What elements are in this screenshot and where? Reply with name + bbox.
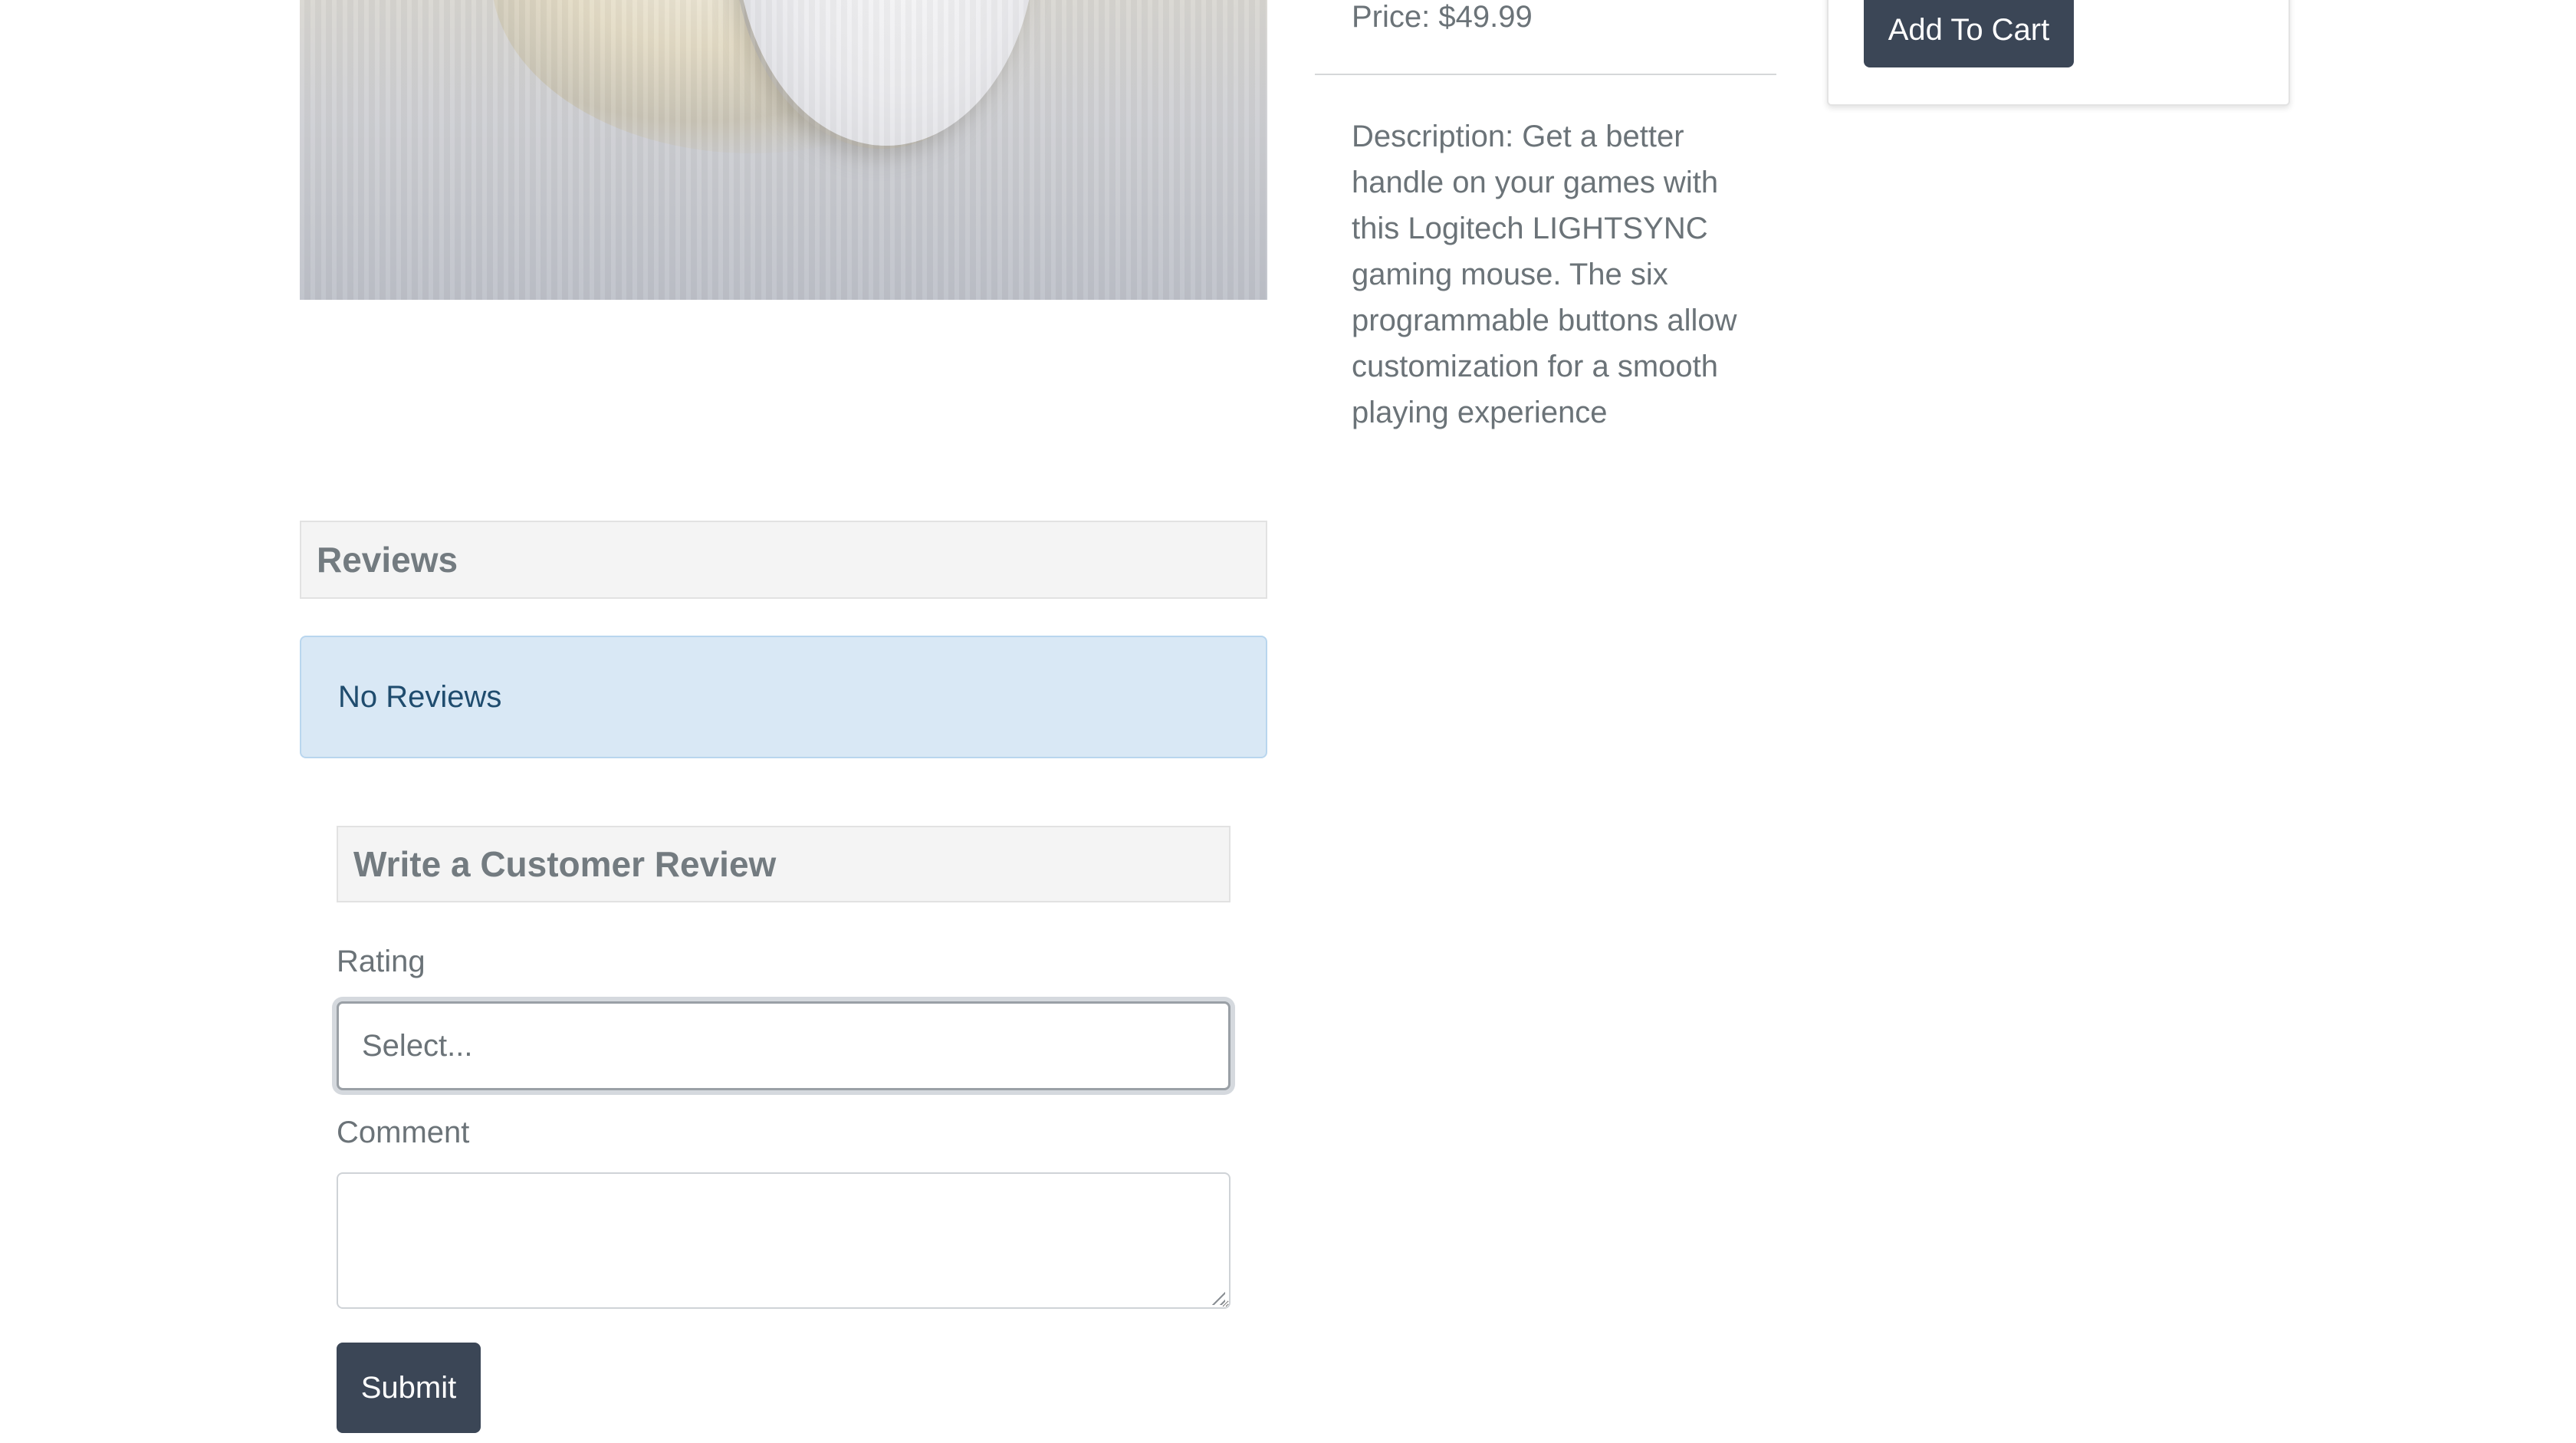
no-reviews-alert: No Reviews <box>300 636 1267 758</box>
reviews-heading: Reviews <box>300 521 1267 599</box>
rating-label: Rating <box>337 945 426 978</box>
cart-card: Add To Cart <box>1827 0 2290 106</box>
product-page: Price: $49.99 Description: Get a better … <box>0 0 2576 1443</box>
price-divider <box>1315 74 1776 75</box>
comment-label: Comment <box>337 1116 470 1149</box>
add-to-cart-button[interactable]: Add To Cart <box>1864 0 2074 67</box>
write-review-heading: Write a Customer Review <box>337 826 1230 902</box>
product-image <box>300 0 1267 300</box>
product-price: Price: $49.99 <box>1352 0 1533 34</box>
comment-textarea[interactable] <box>337 1172 1230 1309</box>
product-description: Description: Get a better handle on your… <box>1352 120 1737 429</box>
submit-review-button[interactable]: Submit <box>337 1343 481 1433</box>
rating-select[interactable]: Select... <box>337 1001 1230 1090</box>
image-texture <box>300 0 1267 300</box>
